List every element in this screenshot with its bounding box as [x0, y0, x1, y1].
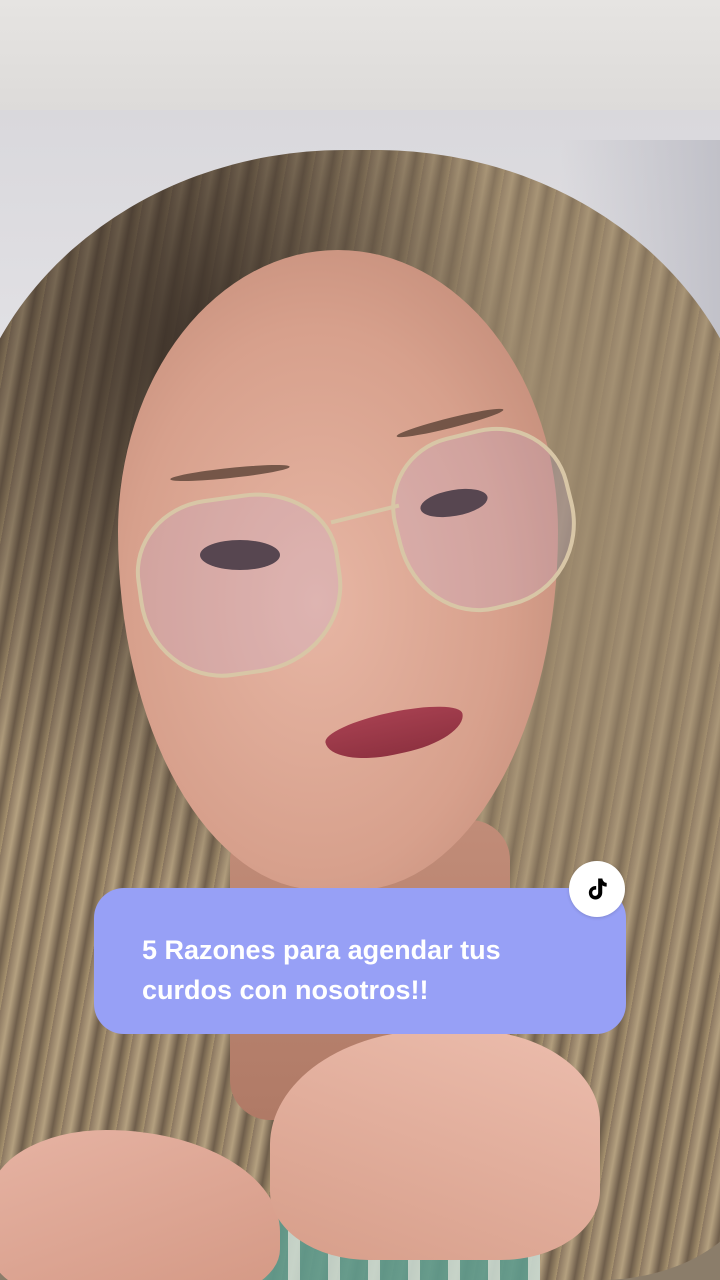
caption-sticker: 5 Razones para agendar tus curdos con no… — [94, 888, 626, 1034]
tiktok-logo-icon — [588, 878, 607, 900]
video-frame — [0, 0, 720, 1280]
left-hand — [0, 1130, 280, 1280]
person-hands — [0, 1030, 720, 1280]
right-hand — [270, 1030, 600, 1260]
caption-text: 5 Razones para agendar tus curdos con no… — [142, 935, 501, 1005]
tiktok-badge — [569, 861, 625, 917]
